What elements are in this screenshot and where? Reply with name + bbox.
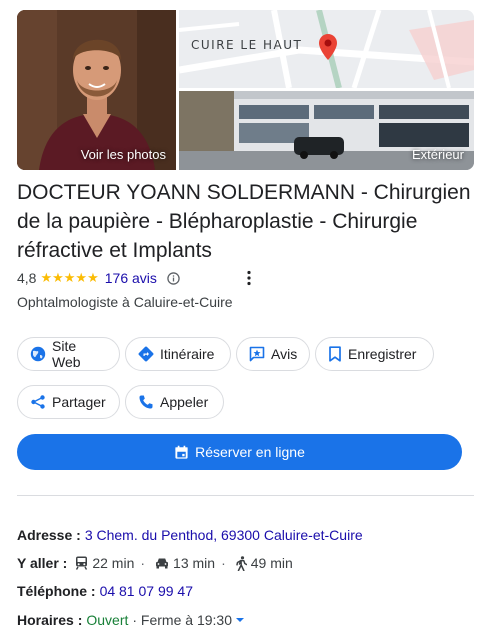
call-label: Appeler <box>160 394 209 410</box>
phone-label: Téléphone : <box>17 583 96 599</box>
address-label: Adresse : <box>17 527 81 543</box>
info-icon[interactable] <box>167 271 180 285</box>
separator: · <box>140 555 146 571</box>
website-button[interactable]: Site Web <box>17 337 120 371</box>
reviews-button[interactable]: Avis <box>236 337 310 371</box>
bookmark-icon <box>329 346 341 362</box>
map-thumbnail[interactable]: CUIRE LE HAUT <box>179 10 474 88</box>
share-label: Partager <box>52 394 106 410</box>
save-button[interactable]: Enregistrer <box>315 337 434 371</box>
exterior-photo[interactable]: Extérieur <box>179 91 474 170</box>
see-photos-label[interactable]: Voir les photos <box>81 147 166 162</box>
doctor-portrait-image <box>17 10 176 170</box>
book-online-button[interactable]: Réserver en ligne <box>17 434 462 470</box>
book-online-label: Réserver en ligne <box>195 444 305 460</box>
photo-grid: Voir les photos CUIRE LE HAUT Extérieur <box>17 10 474 170</box>
save-label: Enregistrer <box>348 346 417 362</box>
closing-time[interactable]: · Ferme à 19:30 <box>132 612 232 628</box>
rating-row: 4,8 ★★★★★ 176 avis <box>17 268 180 288</box>
reviews-label: Avis <box>271 346 298 362</box>
open-status: Ouvert <box>86 612 129 628</box>
directions-icon <box>138 346 154 362</box>
phone-icon <box>139 395 153 409</box>
walk-time: 49 min <box>250 555 293 571</box>
transit-icon[interactable] <box>75 556 88 570</box>
section-divider <box>17 495 474 496</box>
reviews-link[interactable]: 176 avis <box>105 270 157 286</box>
phone-row: Téléphone : 04 81 07 99 47 <box>17 583 193 599</box>
directions-label: Y aller : <box>17 555 68 571</box>
map-pin-icon <box>319 34 337 60</box>
car-icon[interactable] <box>155 557 169 569</box>
business-title: DOCTEUR YOANN SOLDERMANN - Chirurgien de… <box>17 181 471 262</box>
directions-label: Itinéraire <box>160 346 215 362</box>
directions-button[interactable]: Itinéraire <box>125 337 231 371</box>
calendar-icon <box>175 445 188 459</box>
share-icon <box>31 395 45 409</box>
share-button[interactable]: Partager <box>17 385 120 419</box>
directions-row: Y aller : 22 min · 13 min · 49 min <box>17 555 293 571</box>
globe-icon <box>30 346 46 362</box>
star-rating: ★★★★★ <box>40 270 99 285</box>
phone-link[interactable]: 04 81 07 99 47 <box>100 583 193 599</box>
knowledge-panel: Voir les photos CUIRE LE HAUT Extérieur … <box>0 0 497 634</box>
map-area-label: CUIRE LE HAUT <box>191 38 303 52</box>
car-time: 13 min <box>173 555 216 571</box>
hours-row: Horaires : Ouvert · Ferme à 19:30 <box>17 612 245 628</box>
business-category: Ophtalmologiste à Caluire-et-Cuire <box>17 294 233 310</box>
more-options-icon[interactable] <box>244 270 254 286</box>
call-button[interactable]: Appeler <box>125 385 224 419</box>
address-link[interactable]: 3 Chem. du Penthod, 69300 Caluire-et-Cui… <box>85 527 363 543</box>
rating-value: 4,8 <box>17 270 37 286</box>
main-photo[interactable]: Voir les photos <box>17 10 176 170</box>
walk-icon[interactable] <box>235 555 247 571</box>
review-star-icon <box>249 346 265 362</box>
transit-time: 22 min <box>92 555 135 571</box>
exterior-label[interactable]: Extérieur <box>412 147 464 162</box>
website-label: Site Web <box>52 338 81 370</box>
chevron-down-icon[interactable] <box>235 617 245 623</box>
hours-label: Horaires : <box>17 612 83 628</box>
separator: · <box>221 555 226 571</box>
address-row: Adresse : 3 Chem. du Penthod, 69300 Calu… <box>17 527 363 543</box>
